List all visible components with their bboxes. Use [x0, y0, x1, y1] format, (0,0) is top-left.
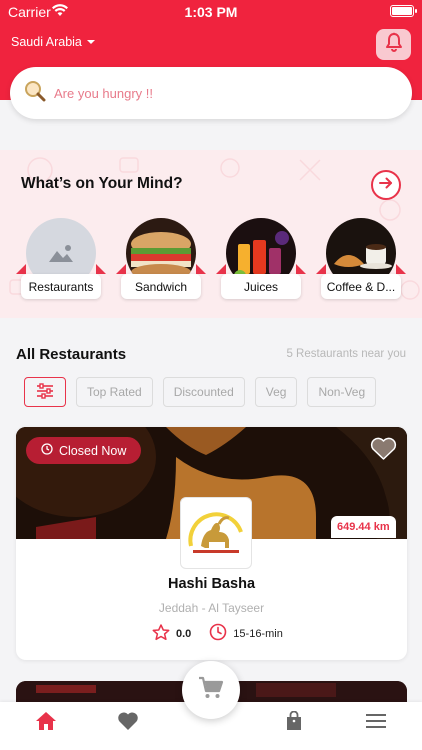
- tab-home[interactable]: [31, 710, 61, 736]
- delivery-time: 15-16-min: [233, 627, 283, 640]
- tab-menu[interactable]: [361, 710, 391, 736]
- category-label: Coffee & D...: [321, 274, 401, 299]
- filter-chip-veg[interactable]: Veg: [254, 377, 298, 407]
- cart-icon: [198, 676, 224, 705]
- category-label: Juices: [221, 274, 301, 299]
- status-bar: Carrier 1:03 PM: [0, 0, 422, 24]
- restaurant-location: Jeddah - Al Tayseer: [158, 601, 265, 615]
- restaurant-logo: [180, 497, 252, 569]
- battery-icon: [390, 5, 417, 17]
- filter-chip-top-rated[interactable]: Top Rated: [76, 377, 153, 407]
- filter-bar: Top Rated Discounted Veg Non-Veg: [24, 377, 377, 407]
- notifications-button[interactable]: [376, 29, 411, 60]
- rating-value: 0.0: [176, 627, 192, 640]
- clock-icon: [209, 623, 227, 644]
- category-item-restaurants[interactable]: Restaurants: [16, 218, 106, 300]
- filter-settings-button[interactable]: [24, 377, 66, 407]
- restaurant-count: 5 Restaurants near you: [286, 348, 406, 360]
- cart-button[interactable]: [182, 661, 240, 719]
- country-selector[interactable]: Saudi Arabia: [11, 35, 95, 49]
- search-input[interactable]: [54, 85, 374, 101]
- home-icon: [35, 711, 57, 736]
- restaurant-meta: 0.0 15-16-min: [152, 623, 283, 644]
- closed-status-label: Closed Now: [59, 443, 127, 458]
- chevron-down-icon: [86, 40, 95, 44]
- category-item-coffee[interactable]: Coffee & D...: [316, 218, 406, 300]
- country-label: Saudi Arabia: [11, 35, 82, 49]
- sliders-icon: [36, 382, 54, 402]
- heart-icon: [117, 711, 139, 736]
- tab-orders[interactable]: [279, 710, 309, 736]
- category-label: Sandwich: [121, 274, 201, 299]
- filter-chip-non-veg[interactable]: Non-Veg: [307, 377, 377, 407]
- search-icon: [24, 80, 46, 107]
- closed-status-badge: Closed Now: [26, 437, 142, 464]
- bag-icon: [285, 710, 303, 736]
- restaurant-card[interactable]: Closed Now 649.44 km Hashi Basha Jeddah …: [16, 427, 407, 660]
- bell-icon: [385, 32, 403, 57]
- star-icon: [152, 623, 170, 644]
- tab-favorites[interactable]: [113, 710, 143, 736]
- favorite-button[interactable]: [370, 437, 397, 461]
- category-label: Restaurants: [21, 274, 101, 299]
- arrow-right-icon: [378, 175, 394, 196]
- category-item-sandwich[interactable]: Sandwich: [116, 218, 206, 300]
- see-all-categories-button[interactable]: [371, 170, 401, 200]
- search-bar[interactable]: [10, 67, 412, 119]
- category-item-juices[interactable]: Juices: [216, 218, 306, 300]
- restaurant-name: Hashi Basha: [167, 576, 256, 592]
- section-title: All Restaurants: [16, 346, 127, 363]
- section-title: What’s on Your Mind?: [21, 175, 183, 192]
- filter-chip-discounted[interactable]: Discounted: [162, 377, 245, 407]
- clock-icon: [41, 443, 53, 458]
- heart-icon: [370, 437, 397, 465]
- clock: 1:03 PM: [184, 4, 238, 20]
- distance-badge: 649.44 km: [331, 516, 396, 538]
- menu-icon: [365, 713, 387, 734]
